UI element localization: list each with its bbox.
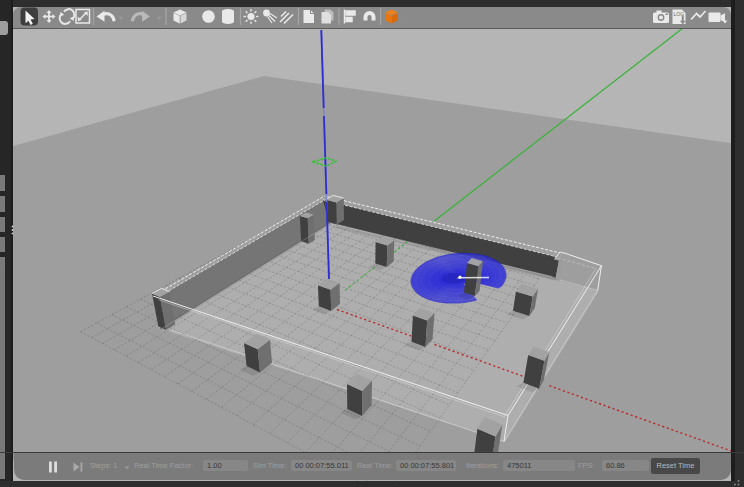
- svg-text:LOG: LOG: [674, 11, 685, 17]
